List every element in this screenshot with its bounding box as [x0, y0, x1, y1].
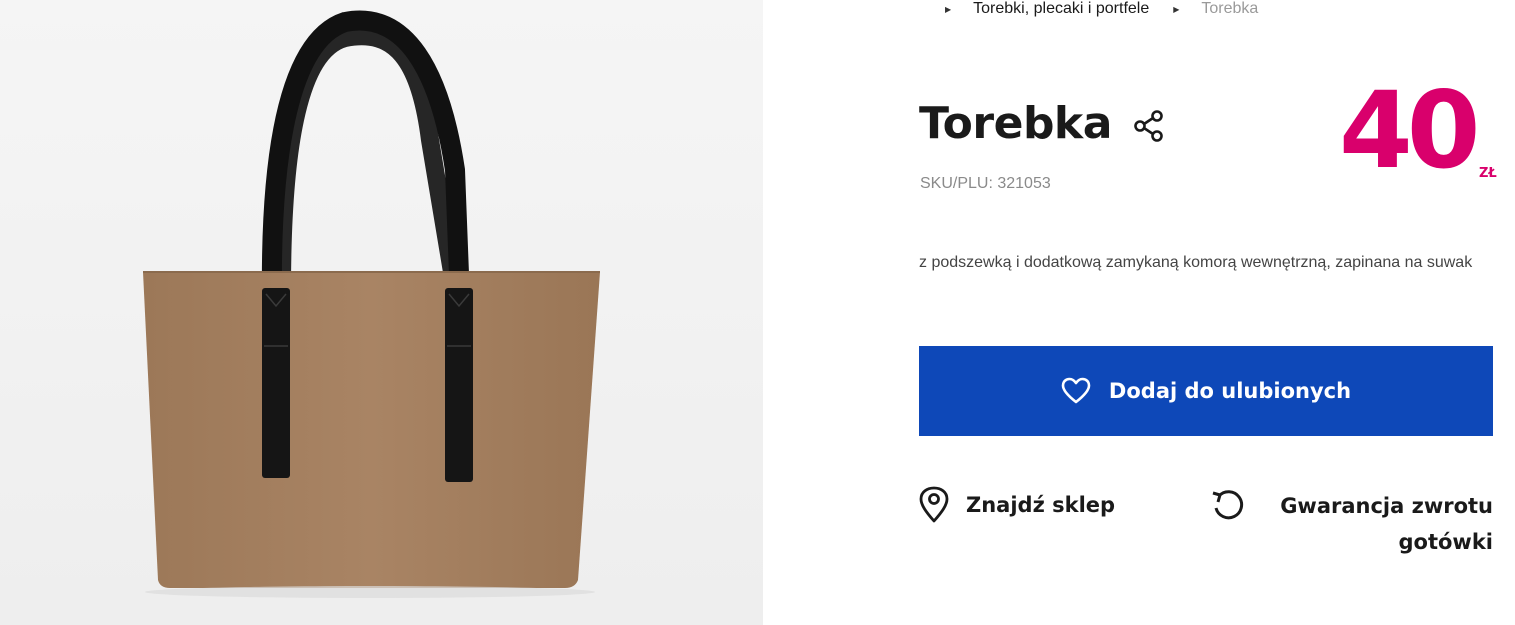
page-title: Torebka [919, 98, 1112, 149]
breadcrumb: ▶ Torebki, plecaki i portfele ▶ Torebka [945, 0, 1258, 20]
money-back-guarantee-link[interactable]: Gwarancja zwrotu gotówki [1253, 488, 1493, 560]
add-to-favorites-button[interactable]: Dodaj do ulubionych [919, 346, 1493, 436]
product-description: z podszewką i dodatkową zamykaną komorą … [919, 254, 1473, 271]
sku-label: SKU/PLU: 321053 [920, 175, 1051, 192]
price-value: 40 [1339, 69, 1480, 192]
product-image[interactable] [0, 0, 763, 625]
find-store-link[interactable]: Znajdź sklep [918, 486, 1115, 524]
price-currency: ZŁ [1479, 166, 1497, 181]
bag-photo [0, 0, 763, 625]
find-store-label: Znajdź sklep [966, 493, 1116, 517]
add-to-favorites-label: Dodaj do ulubionych [1108, 379, 1352, 403]
heart-icon [1061, 377, 1091, 404]
map-pin-icon [919, 486, 949, 523]
breadcrumb-current: Torebka [1201, 0, 1259, 17]
breadcrumb-separator-icon: ▶ [1173, 4, 1180, 14]
breadcrumb-separator-icon: ▶ [945, 4, 952, 14]
share-icon[interactable] [1131, 108, 1167, 144]
breadcrumb-link-category[interactable]: Torebki, plecaki i portfele [973, 0, 1149, 18]
refresh-icon [1212, 490, 1244, 520]
